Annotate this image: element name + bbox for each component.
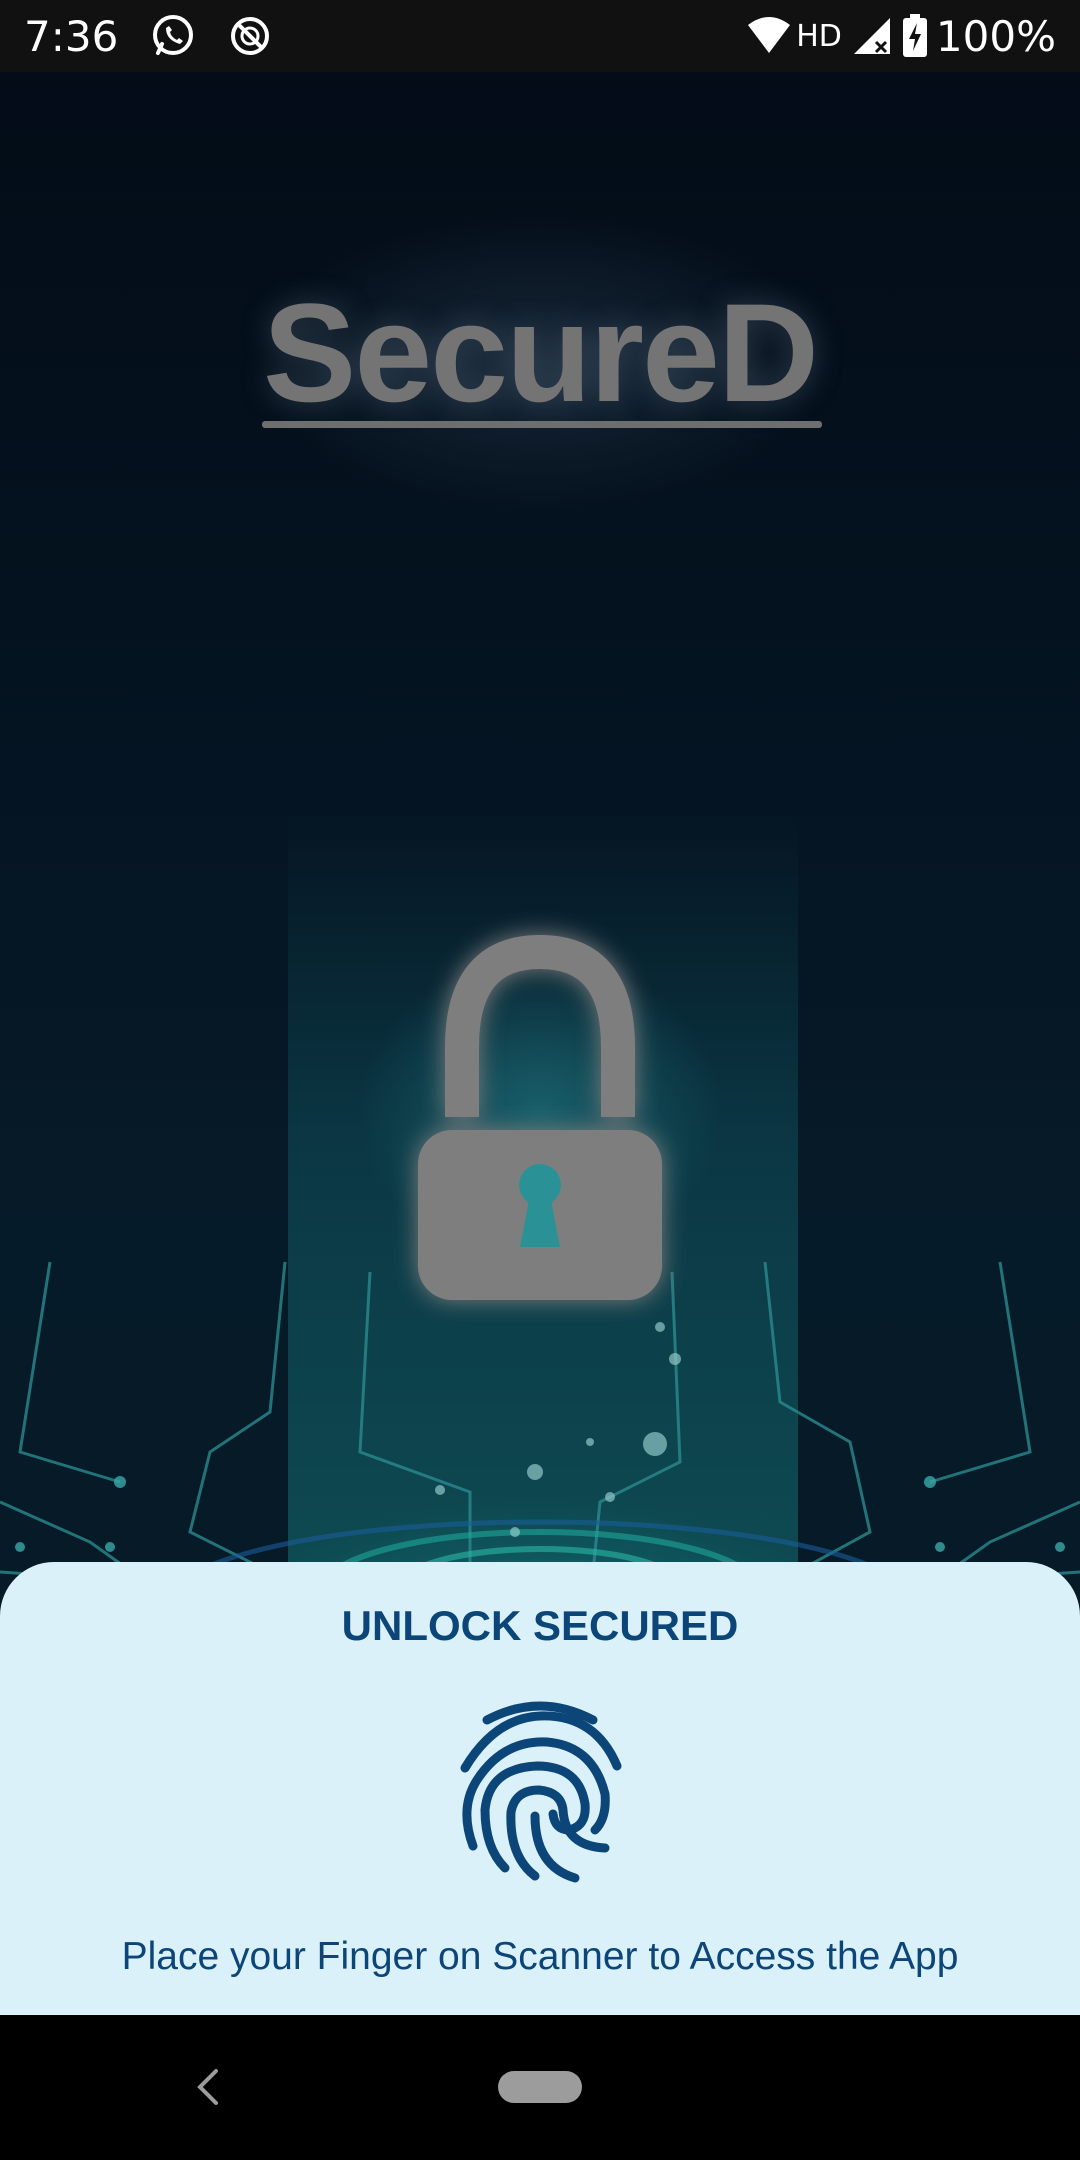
app-screen: 7:36 HD 100% SecureD UNLOCK SECURED Plac…	[0, 0, 1080, 2160]
scan-instruction: Place your Finger on Scanner to Access t…	[121, 1935, 959, 1978]
battery-percent: 100%	[935, 11, 1056, 61]
navigation-bar	[0, 2015, 1080, 2160]
padlock-icon	[418, 934, 662, 1300]
wifi-icon	[746, 17, 792, 55]
signal-icon	[852, 16, 892, 56]
logo-underline	[262, 421, 822, 428]
unlock-bottom-sheet: UNLOCK SECURED Place your Finger on Scan…	[0, 1562, 1080, 2015]
sheet-title: UNLOCK SECURED	[341, 1602, 739, 1649]
app-logo-title: SecureD	[262, 274, 819, 431]
status-time: 7:36	[24, 11, 119, 61]
status-bar-right: HD 100%	[736, 12, 1056, 61]
back-chevron-icon[interactable]	[192, 2065, 222, 2109]
battery-charging-icon	[902, 14, 928, 58]
whatsapp-icon	[150, 13, 196, 59]
network-type-label: HD	[796, 18, 842, 54]
status-bar: 7:36 HD 100%	[0, 0, 1080, 72]
blocked-notification-icon	[228, 14, 272, 58]
fingerprint-icon[interactable]	[455, 1698, 625, 1886]
home-pill-icon[interactable]	[498, 2071, 582, 2103]
status-bar-left: 7:36	[24, 12, 272, 61]
